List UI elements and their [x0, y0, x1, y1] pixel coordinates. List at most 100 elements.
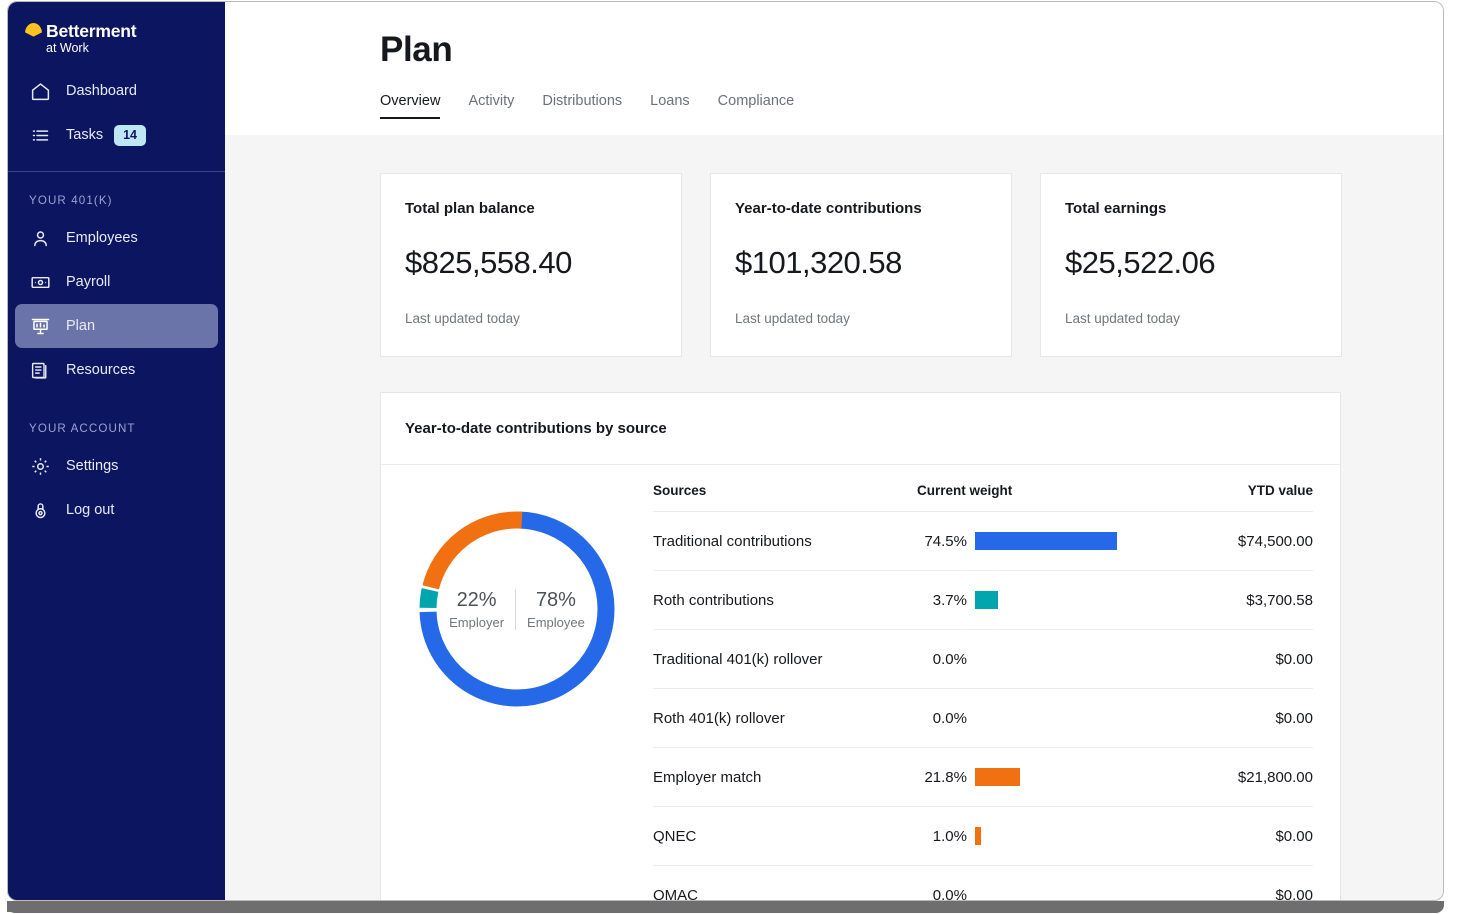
cell-ytd-value: $21,800.00 [1166, 769, 1313, 786]
donut-employee-stat: 78% Employee [515, 589, 596, 630]
stat-card-row: Total plan balance $825,558.40 Last upda… [380, 173, 1444, 357]
table-row: Roth contributions 3.7% $3,700.58 [653, 570, 1313, 629]
brand-subtitle: at Work [46, 41, 225, 55]
stat-card-value: $25,522.06 [1065, 245, 1317, 281]
horizontal-scrollbar-thumb[interactable] [7, 902, 1187, 912]
tasks-count-badge: 14 [114, 125, 146, 146]
stat-card-value: $825,558.40 [405, 245, 657, 281]
stat-card-meta: Last updated today [1065, 311, 1317, 326]
column-header-sources: Sources [653, 483, 915, 498]
sidebar-item-label: Resources [66, 362, 135, 378]
list-icon [29, 124, 51, 146]
cell-weight: 3.7% [915, 592, 975, 609]
column-header-ytd-value: YTD value [1166, 483, 1313, 498]
tab-loans[interactable]: Loans [650, 93, 707, 119]
sidebar-item-dashboard[interactable]: Dashboard [15, 69, 218, 113]
cell-ytd-value: $0.00 [1166, 710, 1313, 727]
table-row: Employer match 21.8% $21,800.00 [653, 747, 1313, 806]
sidebar-section-label-account: YOUR ACCOUNT [8, 392, 225, 444]
donut-center-labels: 22% Employer 78% Employee [411, 503, 623, 715]
cell-source: Roth contributions [653, 592, 915, 609]
cell-source: Traditional contributions [653, 533, 915, 550]
tab-compliance[interactable]: Compliance [718, 93, 812, 119]
sidebar-item-label: Plan [66, 318, 95, 334]
weight-bar [975, 827, 981, 845]
sidebar-item-resources[interactable]: Resources [15, 348, 218, 392]
cell-source: Traditional 401(k) rollover [653, 651, 915, 668]
weight-bar [975, 532, 1117, 550]
table-header-row: Sources Current weight YTD value [653, 483, 1313, 511]
stat-card-ytd-contributions: Year-to-date contributions $101,320.58 L… [710, 173, 1012, 357]
table-row: QMAC 0.0% $0.00 [653, 865, 1313, 901]
money-bill-icon [29, 271, 51, 293]
stat-card-value: $101,320.58 [735, 245, 987, 281]
sidebar-item-label: Dashboard [66, 83, 137, 99]
page-title: Plan [380, 30, 1444, 70]
contributions-by-source-panel: Year-to-date contributions by source [380, 392, 1341, 901]
tab-overview[interactable]: Overview [380, 93, 457, 119]
cell-source: Employer match [653, 769, 915, 786]
donut-employer-label: Employer [449, 615, 504, 630]
cell-ytd-value: $74,500.00 [1166, 533, 1313, 550]
tab-bar: Overview Activity Distributions Loans Co… [380, 93, 1444, 119]
person-icon [29, 227, 51, 249]
sidebar-item-label: Payroll [66, 274, 110, 290]
cell-source: QNEC [653, 828, 915, 845]
sidebar-item-logout[interactable]: Log out [15, 488, 218, 532]
tab-distributions[interactable]: Distributions [542, 93, 639, 119]
sidebar-item-tasks[interactable]: Tasks 14 [15, 113, 218, 157]
donut-employee-label: Employee [527, 615, 585, 630]
weight-bar-track [975, 532, 1166, 550]
brand-name: Betterment [46, 21, 136, 42]
column-header-current-weight: Current weight [915, 483, 1166, 498]
cell-ytd-value: $3,700.58 [1166, 592, 1313, 609]
stat-card-meta: Last updated today [735, 311, 987, 326]
table-row: Roth 401(k) rollover 0.0% $0.00 [653, 688, 1313, 747]
contributions-table: Sources Current weight YTD value Traditi… [653, 483, 1340, 901]
contributions-donut-chart: 22% Employer 78% Employee [411, 503, 623, 715]
contributions-panel-title: Year-to-date contributions by source [405, 420, 1340, 437]
stat-card-title: Total earnings [1065, 200, 1317, 217]
sidebar-item-label: Settings [66, 458, 118, 474]
overview-body: Total plan balance $825,558.40 Last upda… [225, 135, 1444, 901]
sidebar-item-payroll[interactable]: Payroll [15, 260, 218, 304]
weight-bar-track [975, 886, 1166, 901]
lock-icon [29, 499, 51, 521]
stat-card-total-plan-balance: Total plan balance $825,558.40 Last upda… [380, 173, 682, 357]
donut-employee-pct: 78% [527, 589, 585, 612]
stat-card-meta: Last updated today [405, 311, 657, 326]
donut-employer-stat: 22% Employer [438, 589, 515, 630]
weight-bar [975, 768, 1020, 786]
sidebar-item-plan[interactable]: Plan [15, 304, 218, 348]
cell-weight: 74.5% [915, 533, 975, 550]
donut-chart-container: 22% Employer 78% Employee [381, 483, 653, 901]
table-row: Traditional 401(k) rollover 0.0% $0.00 [653, 629, 1313, 688]
weight-bar-track [975, 768, 1166, 786]
cell-weight: 0.0% [915, 887, 975, 902]
cell-source: Roth 401(k) rollover [653, 710, 915, 727]
donut-employer-pct: 22% [449, 589, 504, 612]
sidebar-primary-nav: Dashboard Tasks 14 [8, 69, 225, 157]
weight-bar-track [975, 827, 1166, 845]
main-content: Plan Overview Activity Distributions Loa… [225, 2, 1444, 901]
contributions-panel-header: Year-to-date contributions by source [381, 393, 1340, 465]
home-icon [29, 80, 51, 102]
sidebar-item-label: Log out [66, 502, 114, 518]
sidebar: Betterment at Work Dashboard Ta [8, 2, 225, 901]
documents-icon [29, 359, 51, 381]
sidebar-item-employees[interactable]: Employees [15, 216, 218, 260]
brand[interactable]: Betterment at Work [8, 2, 225, 55]
sidebar-item-settings[interactable]: Settings [15, 444, 218, 488]
cell-source: QMAC [653, 887, 915, 902]
cell-ytd-value: $0.00 [1166, 828, 1313, 845]
cell-weight: 0.0% [915, 710, 975, 727]
tab-activity[interactable]: Activity [468, 93, 531, 119]
cell-ytd-value: $0.00 [1166, 887, 1313, 902]
table-row: Traditional contributions 74.5% $74,500.… [653, 511, 1313, 570]
weight-bar-track [975, 709, 1166, 727]
weight-bar-track [975, 650, 1166, 668]
betterment-logo-icon [25, 23, 42, 40]
stat-card-title: Total plan balance [405, 200, 657, 217]
weight-bar [975, 591, 998, 609]
horizontal-scrollbar[interactable] [7, 901, 1444, 913]
